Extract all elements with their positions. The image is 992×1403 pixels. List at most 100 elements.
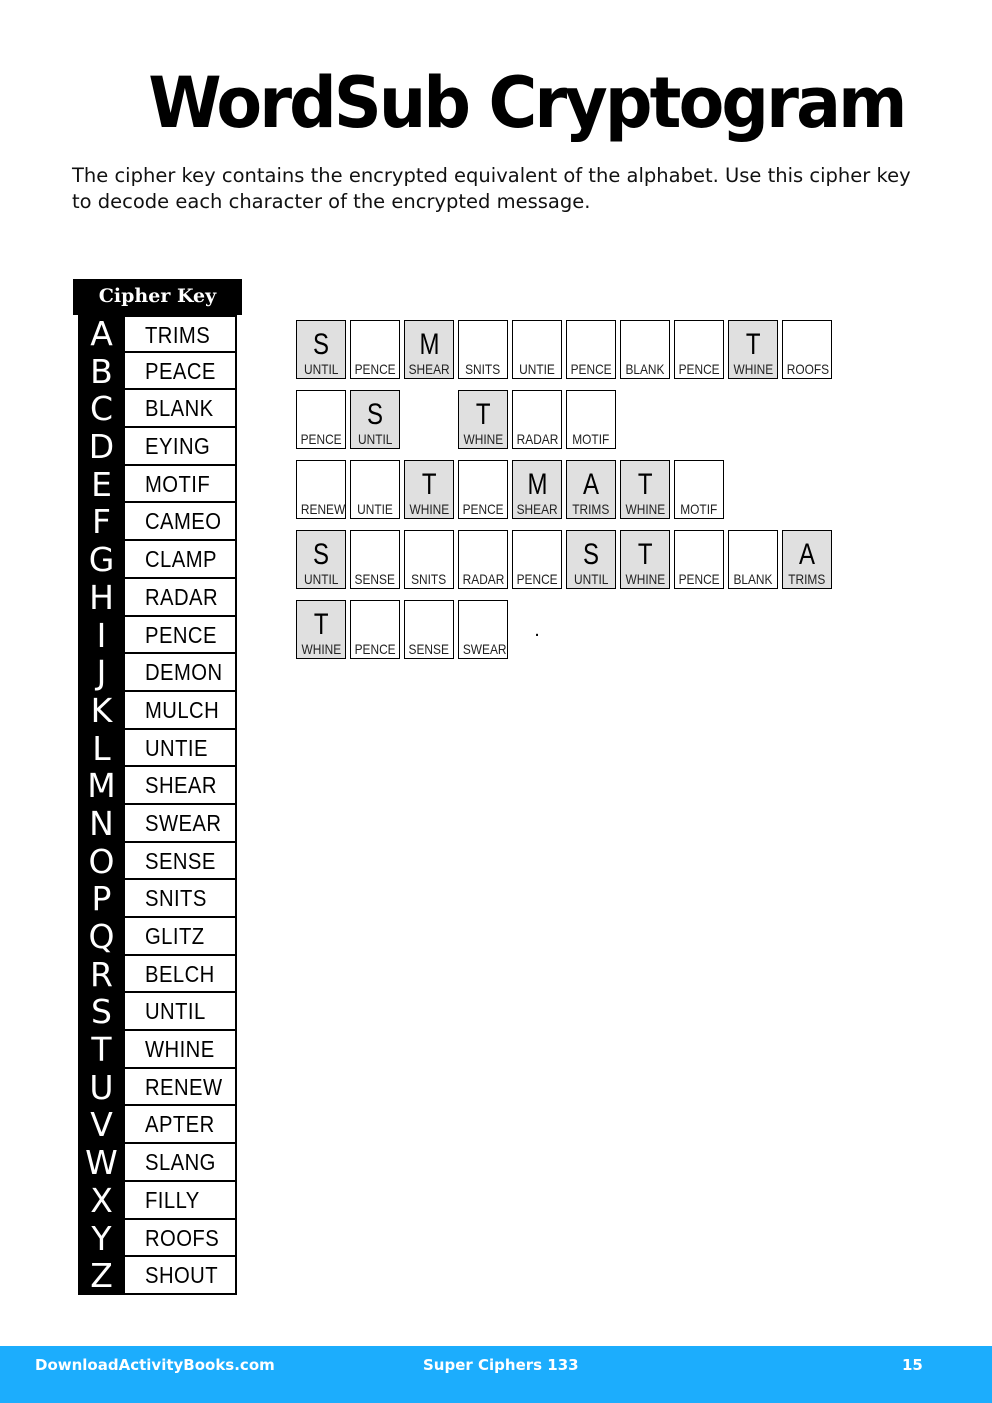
cipher-key-row: R BELCH <box>78 955 237 994</box>
letter-cell-blank[interactable]: SWEAR <box>458 600 508 659</box>
cipher-key-letter: B <box>78 352 125 391</box>
cipher-key-letter: O <box>78 842 125 881</box>
letter-cell-blank[interactable]: PENCE <box>674 320 724 379</box>
decoded-letter: S <box>366 398 383 431</box>
cipher-key-word-cell: PEACE <box>125 352 237 391</box>
letter-cell-revealed[interactable]: M SHEAR <box>404 320 454 379</box>
cipher-code-word: PENCE <box>462 501 504 517</box>
letter-cell-revealed[interactable]: S UNTIL <box>350 390 400 449</box>
cipher-key-letter: V <box>78 1106 125 1145</box>
cipher-key-word-cell: FILLY <box>125 1181 237 1220</box>
cipher-key-table: A TRIMS B PEACE C BLANK D EYING E MOTIF F CAMEO G CLA… <box>78 315 237 1295</box>
cipher-key-word-cell: DEMON <box>125 654 237 692</box>
cipher-key-word-cell: MOTIF <box>125 465 237 504</box>
cipher-key-row: K MULCH <box>78 691 237 730</box>
message-row: S UNTIL SENSE SNITS RADAR PENCE S UNTIL T WHINE PE… <box>296 530 836 591</box>
letter-cell-blank[interactable]: SNITS <box>458 320 508 379</box>
message-row: PENCE S UNTIL T WHINE RADAR MOTIF <box>296 390 836 451</box>
footer-site[interactable]: DownloadActivityBooks.com <box>35 1356 275 1374</box>
letter-cell-blank[interactable]: PENCE <box>674 530 724 589</box>
letter-cell-blank[interactable]: MOTIF <box>566 390 616 449</box>
cipher-key-word: DEMON <box>145 659 223 686</box>
letter-cell-blank[interactable]: ROOFS <box>782 320 832 379</box>
letter-cell-blank[interactable]: SENSE <box>404 600 454 659</box>
cipher-key-word-cell: BELCH <box>125 955 237 994</box>
cipher-key-word: PENCE <box>145 621 217 648</box>
cipher-key-row: V APTER <box>78 1106 237 1145</box>
cipher-key-word-cell: SWEAR <box>125 804 237 843</box>
cipher-key-word-cell: SENSE <box>125 842 237 881</box>
letter-cell-revealed[interactable]: T WHINE <box>458 390 508 449</box>
letter-cell-blank[interactable]: PENCE <box>296 390 346 449</box>
cipher-code-word: BLANK <box>733 571 773 587</box>
letter-cell-revealed[interactable]: T WHINE <box>296 600 346 659</box>
letter-cell-revealed[interactable]: S UNTIL <box>296 320 346 379</box>
cipher-code-word: UNTIE <box>519 361 555 377</box>
cipher-code-word: PENCE <box>354 641 396 657</box>
letter-cell-blank[interactable]: RADAR <box>512 390 562 449</box>
cipher-key-row: S UNTIL <box>78 993 237 1032</box>
cipher-code-word: SNITS <box>465 361 501 377</box>
cipher-code-word: SHEAR <box>408 361 450 377</box>
cipher-code-word: RENEW <box>300 501 346 517</box>
cipher-key-word: SWEAR <box>145 809 222 836</box>
cipher-key-word: TRIMS <box>145 322 211 348</box>
cipher-code-word: WHINE <box>463 431 503 447</box>
letter-cell-revealed[interactable]: T WHINE <box>404 460 454 519</box>
cipher-key-word-cell: RADAR <box>125 578 237 617</box>
cipher-key-letter: Z <box>78 1257 125 1295</box>
letter-cell-blank[interactable]: RADAR <box>458 530 508 589</box>
decoded-letter: M <box>527 468 547 501</box>
letter-cell-blank[interactable]: UNTIE <box>512 320 562 379</box>
letter-cell-revealed[interactable]: M SHEAR <box>512 460 562 519</box>
cipher-key-row: P SNITS <box>78 880 237 918</box>
letter-cell-revealed[interactable]: A TRIMS <box>566 460 616 519</box>
cipher-key-word-cell: EYING <box>125 428 237 466</box>
cipher-code-word: PENCE <box>678 361 720 377</box>
letter-cell-revealed[interactable]: S UNTIL <box>566 530 616 589</box>
cipher-key-row: G CLAMP <box>78 541 237 579</box>
letter-cell-revealed[interactable]: S UNTIL <box>296 530 346 589</box>
cipher-code-word: WHINE <box>733 361 773 377</box>
letter-cell-blank[interactable]: PENCE <box>350 320 400 379</box>
letter-cell-blank[interactable]: SNITS <box>404 530 454 589</box>
letter-cell-blank[interactable]: RENEW <box>296 460 346 519</box>
cipher-key-word: CAMEO <box>145 508 222 535</box>
letter-cell-blank[interactable]: PENCE <box>512 530 562 589</box>
letter-cell-blank[interactable]: PENCE <box>350 600 400 659</box>
cipher-key-letter: U <box>78 1068 125 1107</box>
cipher-key-row: D EYING <box>78 428 237 466</box>
letter-cell-blank[interactable]: SENSE <box>350 530 400 589</box>
letter-cell-revealed[interactable]: T WHINE <box>728 320 778 379</box>
letter-cell-blank[interactable]: PENCE <box>566 320 616 379</box>
punctuation-cell: . <box>512 600 562 659</box>
cipher-key-row: A TRIMS <box>78 315 237 353</box>
letter-cell-blank[interactable]: UNTIE <box>350 460 400 519</box>
cipher-key-letter: G <box>78 541 125 579</box>
cipher-key-row: X FILLY <box>78 1181 237 1220</box>
cipher-key-word-cell: SLANG <box>125 1144 237 1182</box>
cipher-key-row: Z SHOUT <box>78 1257 237 1295</box>
cipher-key-word: ROOFS <box>145 1224 220 1251</box>
cipher-key-row: O SENSE <box>78 842 237 881</box>
cipher-key-row: Y ROOFS <box>78 1219 237 1258</box>
cipher-key-row: F CAMEO <box>78 503 237 542</box>
cipher-key-letter: Y <box>78 1219 125 1258</box>
cipher-key-word-cell: TRIMS <box>125 315 237 353</box>
letter-cell-blank[interactable]: BLANK <box>728 530 778 589</box>
letter-cell-blank[interactable]: PENCE <box>458 460 508 519</box>
cipher-key-word: SLANG <box>145 1149 216 1176</box>
cipher-key-word: SHOUT <box>145 1262 219 1289</box>
cipher-key-word-cell: GLITZ <box>125 918 237 956</box>
cipher-key-word: MOTIF <box>145 470 211 497</box>
letter-cell-revealed[interactable]: T WHINE <box>620 530 670 589</box>
letter-cell-blank[interactable]: BLANK <box>620 320 670 379</box>
letter-cell-revealed[interactable]: T WHINE <box>620 460 670 519</box>
letter-cell-blank[interactable]: MOTIF <box>674 460 724 519</box>
cipher-code-word: TRIMS <box>788 571 826 587</box>
decoded-letter: M <box>419 328 439 361</box>
letter-cell-revealed[interactable]: A TRIMS <box>782 530 832 589</box>
decoded-letter: A <box>582 468 599 501</box>
cipher-key-word: UNTIL <box>145 998 206 1025</box>
cipher-code-word: WHINE <box>409 501 449 517</box>
